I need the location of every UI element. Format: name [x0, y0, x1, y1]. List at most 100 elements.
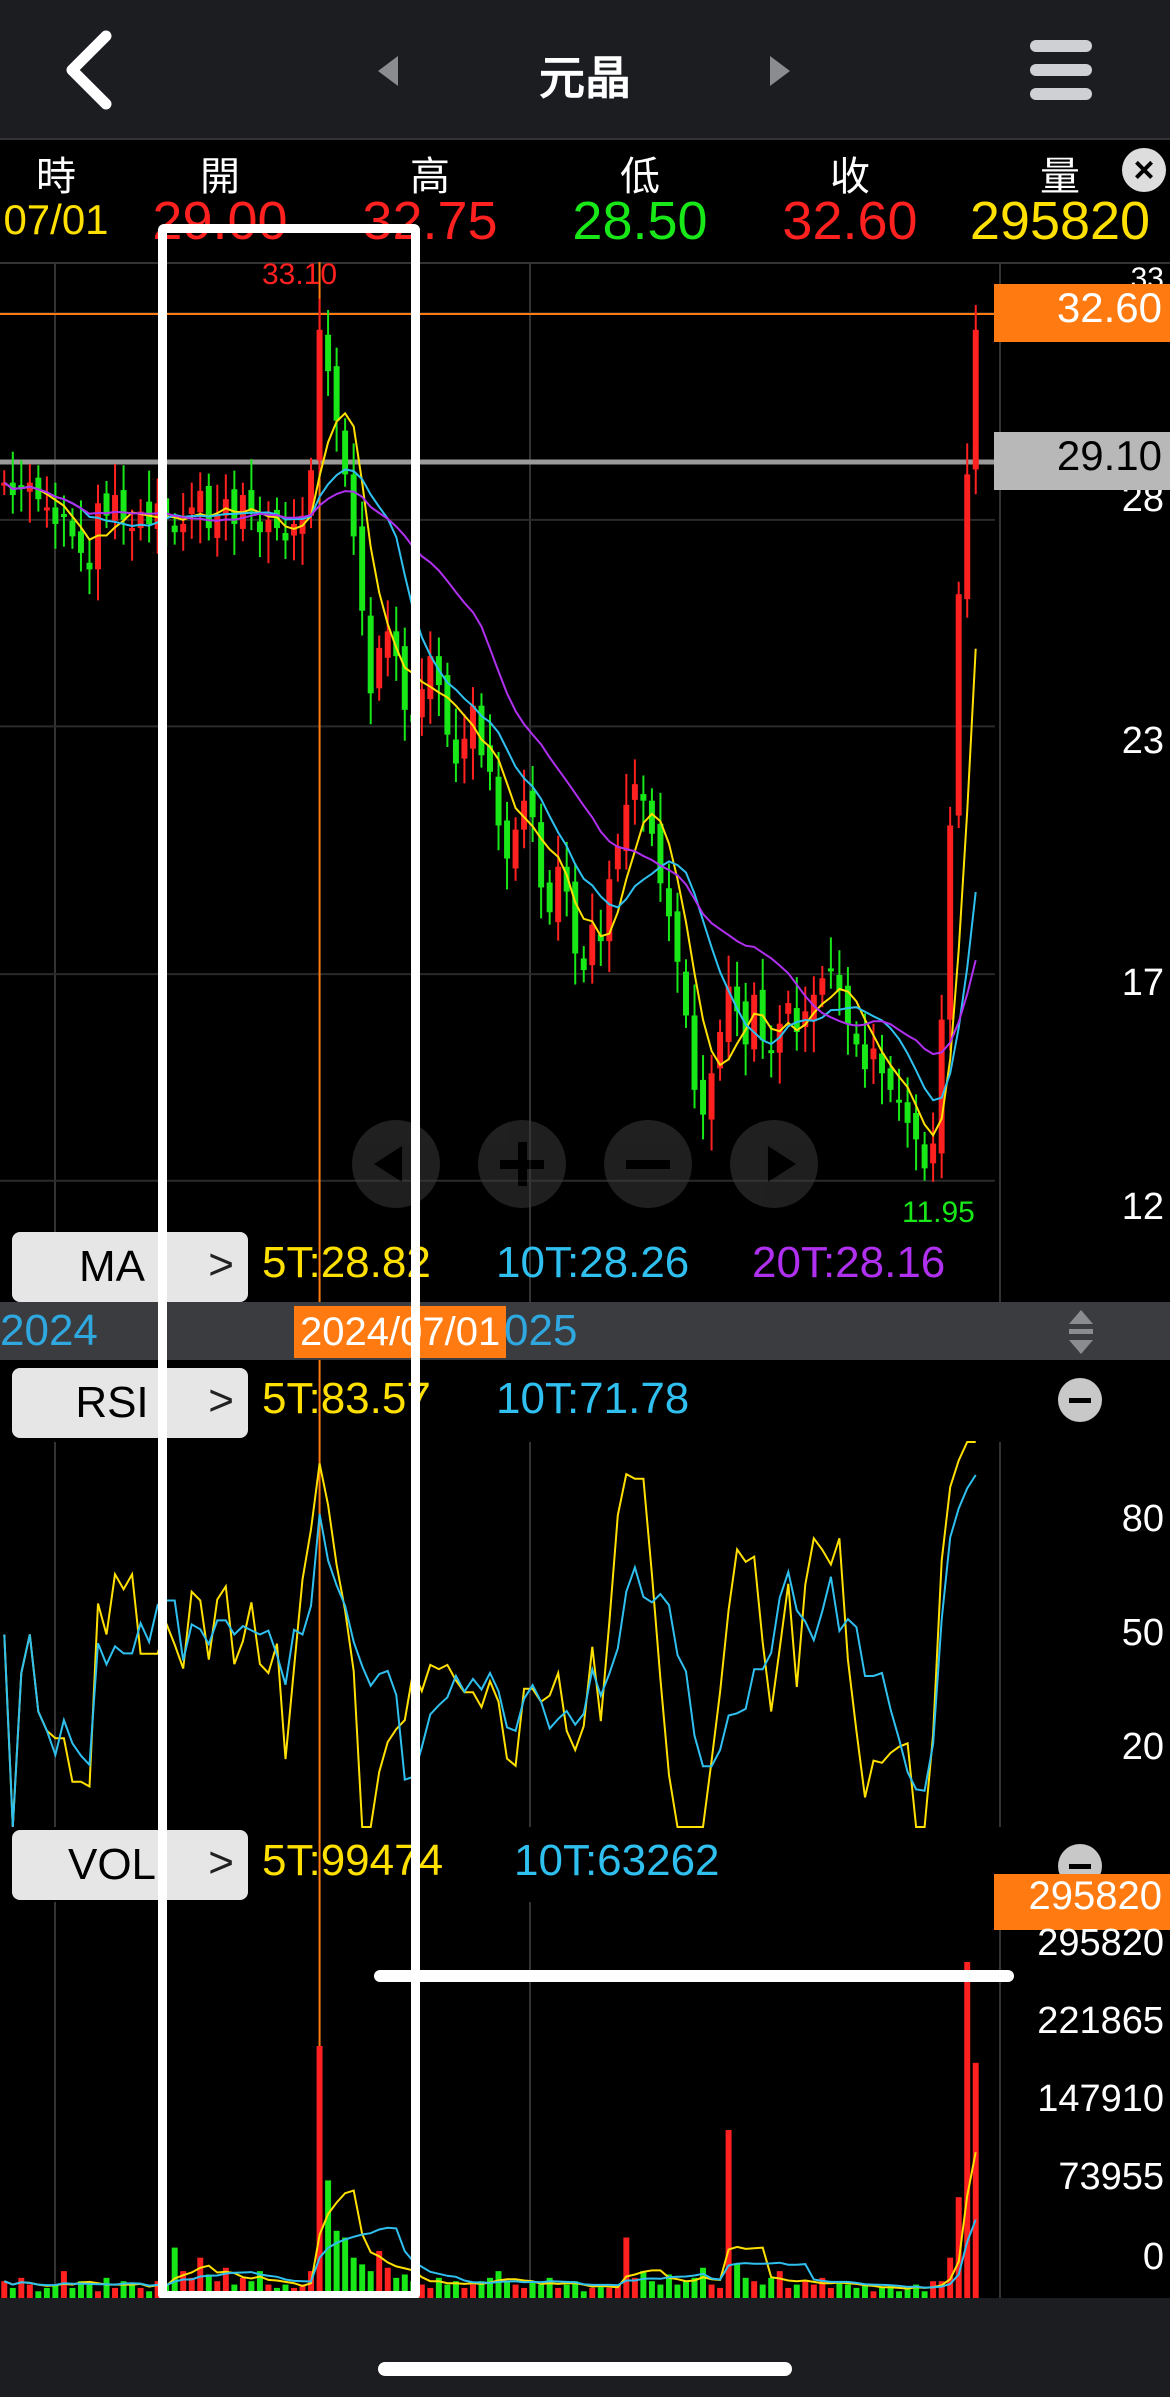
volume-bar	[844, 2284, 851, 2298]
volume-bar	[112, 2287, 119, 2298]
zoom-out-button[interactable]	[604, 1120, 692, 1208]
volume-bar	[606, 2287, 613, 2298]
volume-bar	[802, 2281, 809, 2298]
volume-bars	[1, 1962, 979, 2298]
volume-bar	[930, 2281, 937, 2298]
volume-bar	[69, 2287, 76, 2298]
candle-body	[640, 794, 647, 801]
candle-body	[631, 784, 638, 800]
rsi-axis-80: 80	[1121, 1498, 1164, 1540]
volume-bar	[870, 2291, 877, 2298]
candle-body	[52, 507, 59, 524]
volume-bar	[43, 2287, 50, 2298]
date-year-right: 025	[504, 1306, 578, 1355]
ma-20t-value: 20T:28.16	[752, 1238, 946, 1287]
rsi-10t-value: 10T:71.78	[496, 1374, 690, 1423]
volume-bar	[95, 2291, 101, 2298]
candle-body	[768, 1050, 775, 1054]
volume-bar	[9, 2287, 16, 2298]
candle-body	[819, 978, 826, 995]
scroll-right-button[interactable]	[730, 1120, 818, 1208]
candle-body	[683, 971, 689, 1016]
hamburger-menu-icon[interactable]	[1030, 40, 1092, 100]
candle-body	[938, 1019, 945, 1154]
candle-body	[657, 823, 664, 884]
stock-title: 元晶	[539, 52, 631, 104]
volume-bar	[785, 2287, 792, 2298]
volume-bar	[972, 2062, 979, 2298]
minus-icon	[626, 1160, 670, 1169]
volume-bar	[836, 2281, 843, 2298]
candle-body	[870, 1048, 877, 1060]
candle-body	[495, 776, 502, 826]
candle-body	[921, 1144, 928, 1169]
volume-bar	[469, 2284, 476, 2298]
rsi-10t-line	[3, 1474, 977, 1828]
volume-bar	[146, 2291, 153, 2298]
volume-bar	[444, 2284, 451, 2298]
resize-handle-icon[interactable]	[1066, 1306, 1096, 1358]
volume-bar	[26, 2284, 33, 2298]
rsi-lines	[3, 1441, 977, 1828]
volume-bar	[521, 2287, 528, 2298]
candle-body	[827, 968, 834, 972]
drag-indicator-bar[interactable]	[374, 1970, 1014, 1982]
right-triangle-icon	[768, 1146, 796, 1182]
remove-rsi-icon[interactable]	[1058, 1378, 1102, 1422]
candle-body	[112, 495, 119, 521]
candle-body	[86, 562, 93, 570]
candle-body	[887, 1068, 894, 1090]
volume-bar	[103, 2277, 110, 2298]
home-indicator[interactable]	[378, 2362, 792, 2376]
volume-bar	[700, 2267, 707, 2298]
volume-bar	[640, 2271, 647, 2298]
volume-bar	[538, 2284, 545, 2298]
next-triangle-icon[interactable]	[770, 56, 790, 86]
volume-bar	[35, 2291, 42, 2298]
volume-bar	[657, 2284, 664, 2298]
reference-price-tag: 29.10	[994, 432, 1170, 490]
volume-bar	[879, 2287, 885, 2298]
vol-axis-0: 0	[1142, 2236, 1164, 2278]
vol-axis-3: 147910	[1037, 2078, 1164, 2120]
candle-body	[461, 738, 468, 759]
candle-body	[623, 804, 630, 852]
candle-body	[589, 924, 596, 966]
volume-bar	[1, 2281, 8, 2298]
candle-body	[529, 790, 536, 818]
candle-body	[861, 1044, 868, 1070]
rsi-axis-20: 20	[1121, 1726, 1164, 1768]
volume-bar	[137, 2287, 144, 2298]
volume-bar	[674, 2284, 681, 2298]
volume-bar	[580, 2291, 587, 2298]
candle-body	[896, 1099, 903, 1103]
candle-body	[904, 1102, 911, 1123]
candle-body	[546, 882, 553, 913]
candle-body	[972, 329, 979, 470]
candle-body	[427, 656, 434, 700]
candle-body	[580, 958, 587, 971]
volume-bar	[734, 2264, 741, 2298]
volume-bar	[504, 2281, 511, 2298]
price-axis-23: 23	[1121, 720, 1164, 762]
volume-bar	[768, 2277, 775, 2298]
vol-10t-value: 10T:63262	[514, 1836, 720, 1885]
current-price-tag: 32.60	[994, 284, 1170, 342]
candle-body	[69, 520, 76, 537]
price-candles	[1, 298, 979, 1182]
volume-bar	[717, 2287, 724, 2298]
vol-axis-4: 73955	[1058, 2156, 1164, 2198]
volume-bar	[461, 2287, 468, 2298]
volume-bar	[742, 2277, 749, 2298]
candle-body	[504, 820, 511, 859]
volume-bar	[810, 2284, 817, 2298]
candle-body	[43, 507, 50, 511]
quote-value-close: 32.60	[782, 191, 918, 251]
candle-body	[120, 490, 127, 520]
close-quote-icon[interactable]: ×	[1122, 148, 1166, 192]
volume-bar	[921, 2291, 928, 2298]
candle-body	[930, 1143, 937, 1164]
zoom-in-button[interactable]	[478, 1120, 566, 1208]
candle-body	[700, 1079, 707, 1115]
volume-bar	[793, 2284, 800, 2298]
